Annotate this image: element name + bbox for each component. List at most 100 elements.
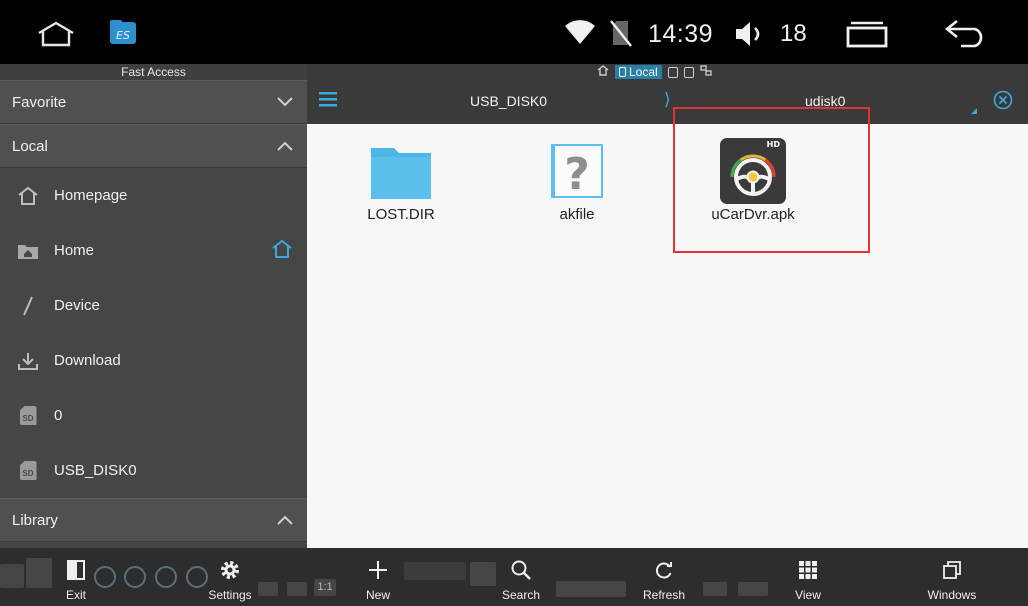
- no-sim-icon: [607, 18, 635, 48]
- file-item-lost-dir[interactable]: LOST.DIR: [331, 136, 471, 223]
- sidebar-item-label: Device: [54, 297, 100, 314]
- search-label: Search: [501, 588, 541, 602]
- sidebar-item-storage-0[interactable]: SD 0: [0, 388, 307, 443]
- breadcrumb: USB_DISK0 ⟩ udisk0: [307, 82, 1028, 122]
- exit-icon: [66, 558, 86, 582]
- wifi-icon: [563, 18, 597, 46]
- network-tab-icon[interactable]: [700, 65, 712, 79]
- recent-apps-icon[interactable]: [843, 18, 891, 50]
- section-favorite[interactable]: Favorite: [0, 80, 307, 124]
- chevron-up-icon: [275, 136, 295, 156]
- download-icon: [0, 351, 54, 371]
- tab-local[interactable]: Local: [615, 65, 662, 79]
- sd-card-icon: SD: [0, 406, 54, 425]
- ghost-tile: [556, 581, 626, 597]
- exit-label: Exit: [65, 588, 86, 602]
- sidebar-item-label: USB_DISK0: [54, 462, 137, 479]
- svg-text:ES: ES: [116, 29, 130, 42]
- new-button[interactable]: New: [338, 558, 418, 602]
- ghost-tile: [287, 582, 307, 596]
- window-tab-icon[interactable]: [667, 66, 678, 78]
- file-item-ucardvr-apk[interactable]: HD uCarDvr.apk: [683, 136, 823, 223]
- sidebar-item-download[interactable]: Download: [0, 333, 307, 388]
- search-button[interactable]: Search: [481, 558, 561, 602]
- window-tab-icon[interactable]: [683, 66, 694, 78]
- section-favorite-label: Favorite: [12, 93, 67, 111]
- sidebar-item-device[interactable]: Device: [0, 278, 307, 333]
- clock: 14:39: [648, 19, 714, 48]
- home-icon: [0, 186, 54, 206]
- section-library[interactable]: Library: [0, 498, 307, 542]
- breadcrumb-usb-disk0[interactable]: USB_DISK0: [470, 93, 547, 109]
- refresh-label: Refresh: [642, 588, 686, 602]
- ghost-tile: [703, 582, 727, 596]
- view-label: View: [795, 588, 821, 602]
- ghost-ring: [124, 566, 146, 588]
- ghost-tile: [738, 582, 768, 596]
- file-name: uCarDvr.apk: [711, 206, 795, 223]
- set-home-icon[interactable]: [271, 239, 293, 263]
- view-button[interactable]: View: [768, 558, 848, 602]
- fast-access-title: Fast Access: [0, 64, 307, 80]
- breadcrumb-dropdown-icon[interactable]: [971, 108, 977, 114]
- bottom-toolbar: 1:1 Exit Settings New Search Refresh Vie…: [0, 548, 1028, 606]
- breadcrumb-udisk0[interactable]: udisk0: [805, 93, 845, 109]
- new-label: New: [365, 588, 390, 602]
- home-tab-icon[interactable]: [597, 65, 609, 79]
- file-item-akfile[interactable]: ? akfile: [507, 136, 647, 223]
- windows-icon: [942, 558, 962, 582]
- settings-button[interactable]: Settings: [190, 558, 270, 602]
- file-grid: LOST.DIR ? akfile HD uCarDvr.apk: [307, 107, 1028, 548]
- file-name: akfile: [559, 206, 595, 223]
- slash-device-icon: [0, 295, 54, 317]
- gear-icon: [219, 558, 241, 582]
- ghost-ring: [155, 566, 177, 588]
- unknown-file-icon: ?: [542, 136, 612, 206]
- breadcrumb-separator: ⟩: [664, 90, 671, 109]
- folder-home-icon: [0, 242, 54, 260]
- windows-button[interactable]: Windows: [912, 558, 992, 602]
- exit-button[interactable]: Exit: [36, 558, 116, 602]
- home-outline-icon[interactable]: [34, 18, 78, 50]
- close-icon[interactable]: [993, 90, 1013, 110]
- sidebar-item-homepage[interactable]: Homepage: [0, 168, 307, 223]
- grid-icon: [799, 558, 817, 582]
- ghost-ratio: 1:1: [314, 579, 336, 596]
- windows-label: Windows: [927, 588, 977, 602]
- sidebar-item-label: Home: [54, 242, 95, 259]
- sidebar-item-usb-disk0[interactable]: SD USB_DISK0: [0, 443, 307, 498]
- path-bar: Local USB_DISK0 ⟩ udisk0: [307, 64, 1028, 124]
- volume-icon[interactable]: [732, 18, 768, 50]
- window-tabs: Local: [597, 65, 712, 79]
- folder-icon: [366, 136, 436, 206]
- volume-level: 18: [780, 20, 807, 47]
- sidebar-item-label: Download: [54, 352, 121, 369]
- car-steering-wheel-app-icon: HD: [718, 136, 788, 206]
- hamburger-menu-icon[interactable]: [319, 91, 337, 107]
- sd-badge: SD: [19, 461, 37, 480]
- sidebar-item-label: Homepage: [54, 187, 128, 204]
- es-file-explorer-app-icon[interactable]: ES: [108, 16, 138, 48]
- sd-card-icon: SD: [0, 461, 54, 480]
- section-local-label: Local: [12, 137, 48, 155]
- sidebar-item-label: 0: [54, 407, 63, 424]
- plus-icon: [368, 558, 388, 582]
- fast-access-panel: Fast Access Favorite Local Homepage Home…: [0, 64, 307, 558]
- ghost-tile: [0, 564, 24, 588]
- tab-local-label: Local: [629, 65, 658, 79]
- section-local[interactable]: Local: [0, 124, 307, 168]
- sd-badge: SD: [19, 406, 37, 425]
- chevron-up-icon: [275, 510, 295, 530]
- status-bar: ES 14:39 18: [0, 0, 1028, 64]
- settings-label: Settings: [208, 588, 252, 602]
- refresh-button[interactable]: Refresh: [624, 558, 704, 602]
- sidebar-item-home[interactable]: Home: [0, 223, 307, 278]
- hd-badge: HD: [767, 140, 781, 149]
- search-icon: [510, 558, 532, 582]
- phone-icon: [619, 67, 626, 77]
- back-arrow-icon[interactable]: [942, 16, 990, 50]
- file-name: LOST.DIR: [367, 206, 435, 223]
- section-library-label: Library: [12, 511, 58, 529]
- unknown-glyph: ?: [564, 149, 590, 200]
- chevron-down-icon: [275, 92, 295, 112]
